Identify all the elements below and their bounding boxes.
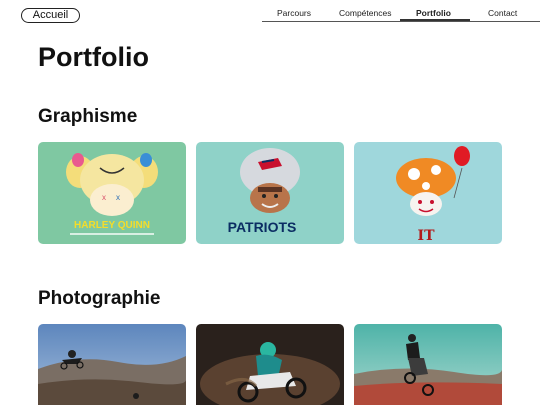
motocross-rider-photo-2 (196, 324, 344, 405)
svg-text:x: x (102, 193, 106, 202)
page-title: Portfolio (38, 42, 149, 72)
nav-item-portfolio[interactable]: Portfolio (416, 8, 451, 18)
it-illustration: IT (354, 142, 502, 244)
photo-card-motocross-1[interactable] (38, 324, 186, 405)
photo-card-motocross-3[interactable] (354, 324, 502, 405)
photo-card-motocross-2[interactable] (196, 324, 344, 405)
nav-item-contact[interactable]: Contact (488, 8, 517, 18)
nav-item-competences[interactable]: Compétences (339, 8, 391, 18)
patriots-illustration: PATRIOTS (196, 142, 344, 244)
graphisme-card-it[interactable]: IT (354, 142, 502, 244)
nav-item-parcours[interactable]: Parcours (277, 8, 311, 18)
harley-quinn-caption: HARLEY QUINN (74, 220, 150, 231)
active-nav-indicator (400, 19, 470, 21)
section-title-graphisme: Graphisme (38, 106, 138, 127)
it-caption: IT (418, 228, 436, 244)
motocross-jump-photo-3 (354, 324, 502, 405)
patriots-caption: PATRIOTS (228, 219, 297, 235)
svg-text:x: x (116, 193, 120, 202)
home-button[interactable]: Accueil (21, 8, 80, 23)
section-title-photographie: Photographie (38, 288, 161, 309)
graphisme-card-patriots[interactable]: PATRIOTS (196, 142, 344, 244)
motocross-jump-photo-1 (38, 324, 186, 405)
harley-quinn-illustration: x x HARLEY QUINN (38, 142, 186, 244)
graphisme-card-harley-quinn[interactable]: x x HARLEY QUINN (38, 142, 186, 244)
